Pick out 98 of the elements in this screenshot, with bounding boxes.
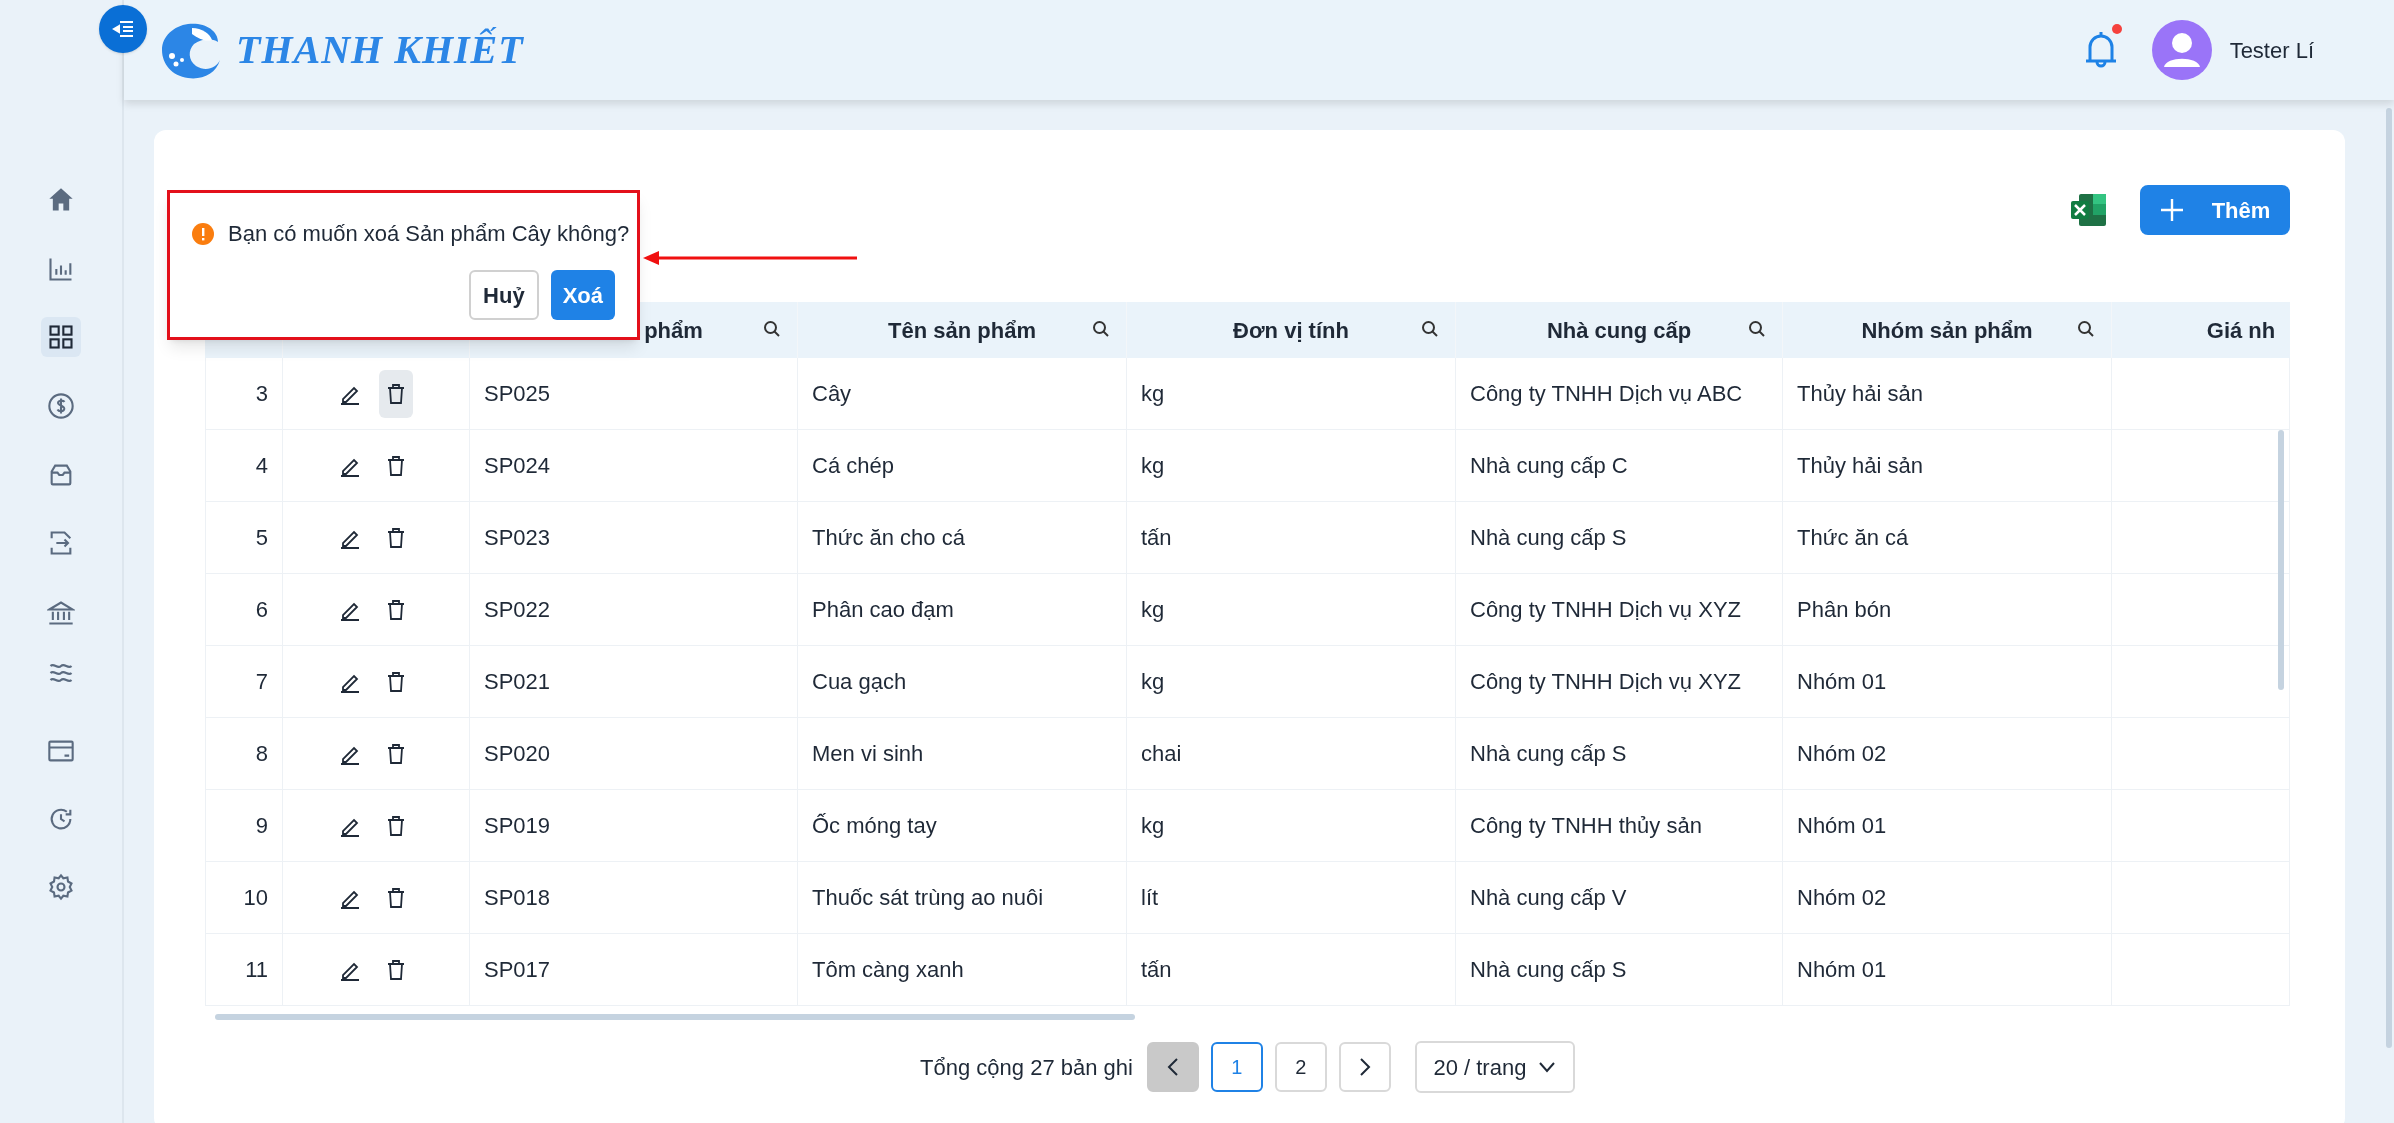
delete-icon [386,886,406,909]
table-cell-text: tấn [1141,956,1172,984]
table-cell-text: Nhóm 01 [1797,668,1887,696]
table-cell-text: Nhóm 01 [1797,812,1887,840]
search-icon[interactable] [2077,320,2095,338]
table-cell-text: Công ty TNHH Dịch vụ XYZ [1470,596,1741,624]
table-cell-text: Cây [812,380,852,408]
table-cell-text: SP017 [484,956,551,984]
delete-icon [386,670,406,693]
table-cell-text: kg [1141,668,1165,696]
avatar-icon[interactable] [2151,20,2212,80]
table-cell-text: Nhà cung cấp C [1470,452,1628,480]
table-cell-text: SP019 [484,812,551,840]
delete-icon [386,742,406,765]
table-cell-text: SP021 [484,668,551,696]
table-cell-text: Nhà cung cấp V [1470,884,1627,912]
delete-icon [386,382,406,405]
table-cell-text: SP024 [484,452,551,480]
search-icon[interactable] [1092,320,1110,338]
add-button[interactable]: Thêm [2140,185,2290,235]
table-cell-text: Công ty TNHH Dịch vụ ABC [1470,380,1743,408]
user-name[interactable]: Tester Lí [2229,33,2314,67]
table-cell-text: 8 [255,740,268,768]
table-cell-text: 10 [243,884,268,912]
column-header: Nhà cung cấp [1546,316,1692,345]
delete-icon [386,598,406,621]
page-scrollbar[interactable] [2386,108,2392,1048]
search-icon[interactable] [1421,320,1439,338]
table-cell-text: kg [1141,452,1165,480]
search-icon[interactable] [1748,320,1766,338]
column-header: Tên sản phẩm [888,316,1036,345]
table-cell-text: Tôm càng xanh [812,956,964,984]
table-cell-text: Thức ăn cho cá [812,524,965,552]
bell-icon[interactable] [2083,30,2118,70]
delete-button[interactable] [379,369,413,418]
table-cell-text: Men vi sinh [812,740,924,768]
table-cell-text: Nhà cung cấp S [1470,524,1627,552]
table-cell-text: SP020 [484,740,551,768]
table-cell-text: kg [1141,596,1165,624]
chevron-down-icon [1538,1061,1557,1073]
search-icon[interactable] [763,320,781,338]
table-cell-text: Thuốc sát trùng ao nuôi [812,884,1044,912]
table-cell-text: Phân bón [1797,596,1892,624]
table-cell-text: 3 [255,380,268,408]
page-button[interactable]: 1 [1210,1042,1263,1092]
warning-icon [192,222,214,245]
table-cell-text: Nhóm 02 [1797,884,1887,912]
column-header: Nhóm sản phẩm [1861,316,2033,345]
total-records: Tổng cộng 27 bản ghi [920,1053,1133,1082]
delete-icon [386,526,406,549]
excel-icon[interactable] [2071,193,2107,227]
table-cell-text: chai [1141,740,1182,768]
menu-fold-icon [112,20,134,38]
table-cell-text: 7 [255,668,268,696]
table-cell-text: 5 [255,524,268,552]
delete-icon [386,958,406,981]
brand-name: THANH KHIẾT [236,26,524,74]
table-cell-text: Thủy hải sản [1797,452,1923,480]
table-cell-text: SP018 [484,884,551,912]
table-cell-text: 9 [255,812,268,840]
grid-icon[interactable] [41,317,81,357]
confirm-message: Bạn có muốn xoá Sản phẩm Cây không? [228,220,630,248]
chevron-right-icon [1358,1057,1371,1077]
table-cell-text: Nhà cung cấp S [1470,740,1627,768]
table-cell-text: Thủy hải sản [1797,380,1923,408]
table-cell-text: 11 [245,956,268,984]
plus-icon [2159,198,2184,222]
table-cell-text: 6 [255,596,268,624]
table-cell-text: SP025 [484,380,551,408]
table-cell-text: lít [1141,884,1159,912]
table-cell-text: Phân cao đạm [812,596,954,624]
delete-icon [386,814,406,837]
cancel-button[interactable]: Huỷ [469,270,539,320]
table-cell-text: Thức ăn cá [1797,524,1909,552]
table-cell-text: kg [1141,812,1165,840]
table-cell-text: Nhóm 01 [1797,956,1887,984]
table-cell-text: Công ty TNHH thủy sản [1470,812,1702,840]
table-cell-text: Công ty TNHH Dịch vụ XYZ [1470,668,1741,696]
column-header: Đơn vị tính [1233,316,1349,345]
table-cell-text: 4 [255,452,268,480]
column-header: Giá nh [2206,316,2276,345]
table-cell-text: Cua gạch [812,668,907,696]
table-cell-text: SP023 [484,524,551,552]
page-button[interactable]: 2 [1274,1042,1327,1092]
table-cell-text: Nhà cung cấp S [1470,956,1627,984]
delete-icon [386,454,406,477]
vertical-scrollbar[interactable] [2278,430,2284,690]
table-cell-text: Cá chép [812,452,894,480]
table-cell-text: tấn [1141,524,1172,552]
table-cell-text: Nhóm 02 [1797,740,1887,768]
confirm-delete-button[interactable]: Xoá [550,270,615,320]
table-cell-text: SP022 [484,596,551,624]
chevron-left-icon [1166,1057,1179,1077]
table-cell-text: kg [1141,380,1165,408]
column-header: phẩm [644,316,703,345]
page-size-select[interactable]: 20 / trang [1414,1041,1575,1093]
table-cell-text: Ốc móng tay [812,812,937,840]
horizontal-scrollbar[interactable] [215,1014,1135,1020]
